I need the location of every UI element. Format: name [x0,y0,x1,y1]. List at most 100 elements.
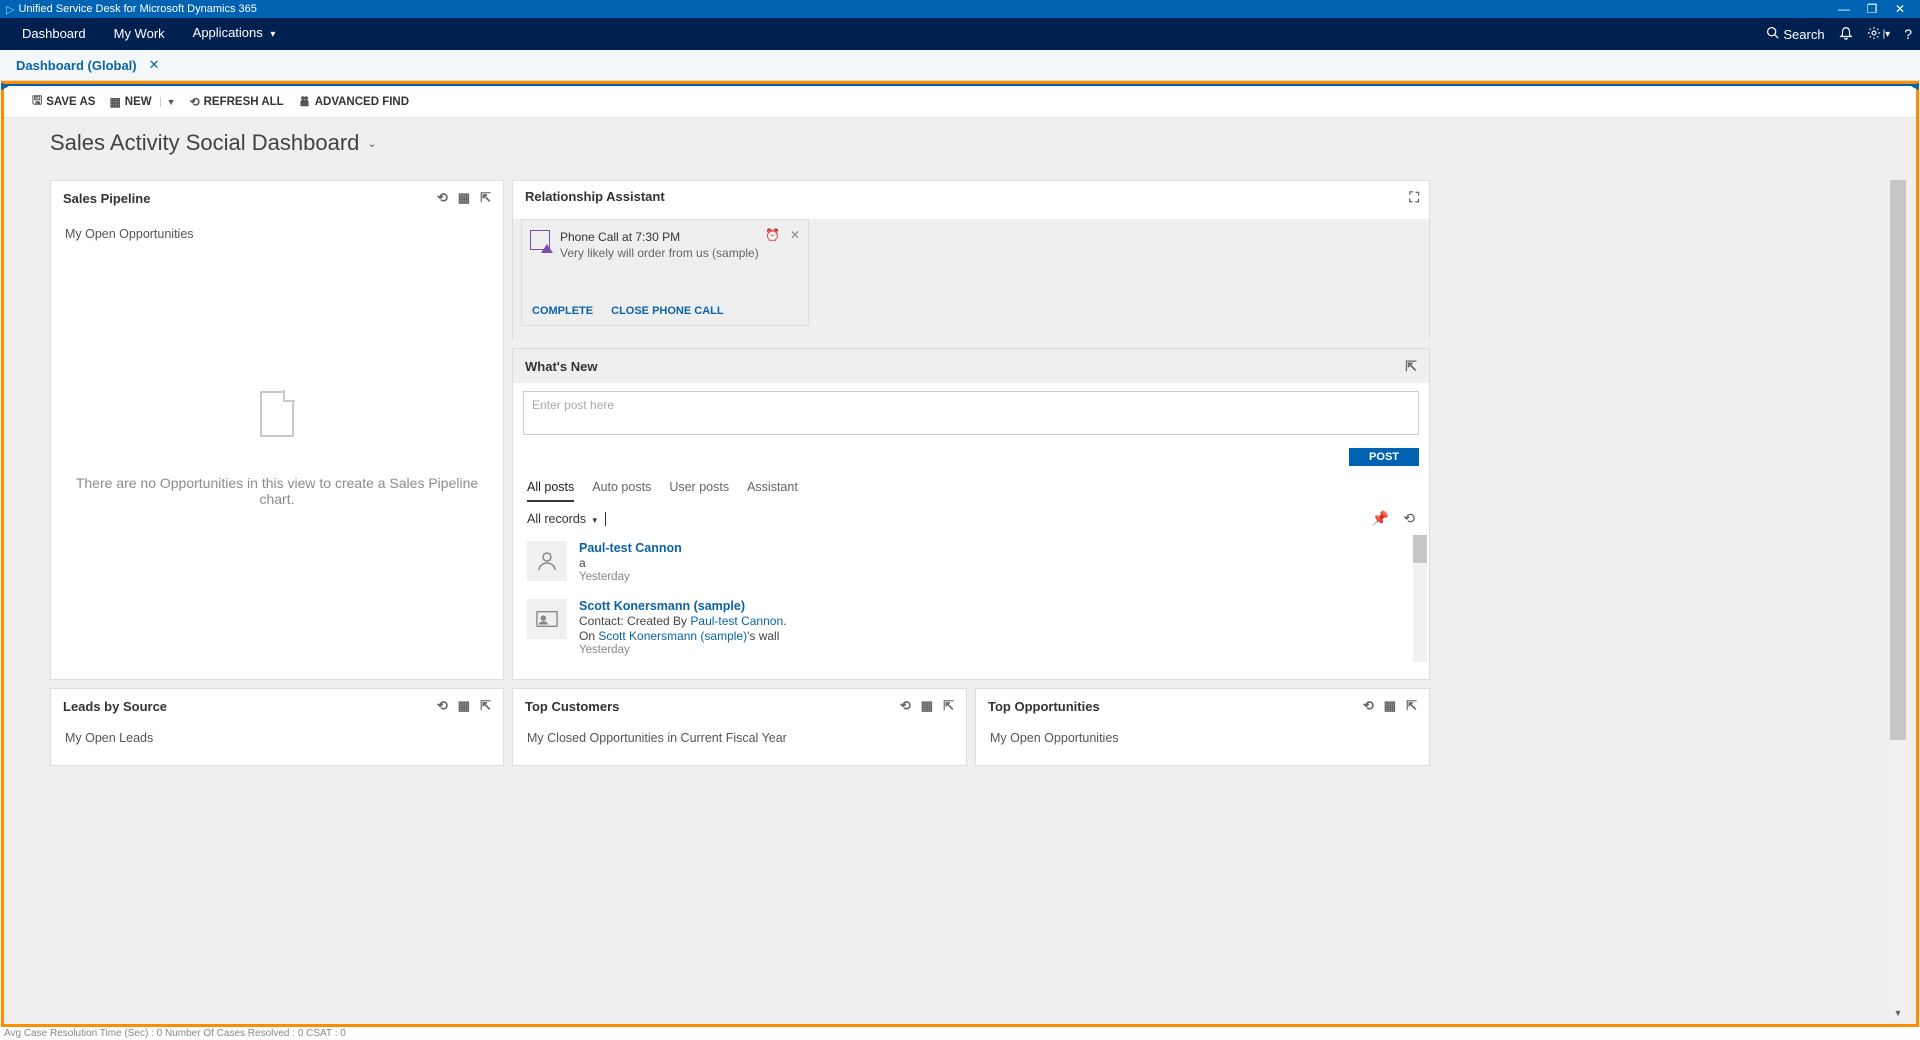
refresh-icon[interactable]: ⟲ [1403,510,1415,527]
tab-user-posts[interactable]: User posts [669,474,729,502]
nav-my-work[interactable]: My Work [100,18,179,50]
dashboard-body: Sales Pipeline ⟲ ▦ ⇱ My Open Opportuniti… [4,180,1916,1024]
top-customers-subtitle: My Closed Opportunities in Current Fisca… [527,731,787,745]
post-time: Yesterday [579,644,786,656]
refresh-icon[interactable]: ⟲ [437,698,448,714]
dashboard-scrollbar-thumb[interactable] [1890,180,1906,740]
save-as-label: SAVE AS [46,96,95,108]
top-opportunities-subtitle: My Open Opportunities [990,731,1119,745]
main-navbar: Dashboard My Work Applications ▾ Search … [0,18,1920,50]
expand-right-panel-icon[interactable]: ◀ [1911,81,1919,92]
advanced-find-button[interactable]: ADVANCED FIND [298,94,409,110]
leads-by-source-card: Leads by Source ⟲ ▦ ⇱ My Open Leads [50,688,504,766]
tab-dashboard-global[interactable]: Dashboard (Global) [10,54,143,77]
records-filter-dropdown[interactable]: All records ▾ [527,512,597,526]
status-bar: Avg Case Resolution Time (Sec) : 0 Numbe… [0,1027,1920,1040]
post-time: Yesterday [579,571,682,583]
refresh-icon[interactable]: ⟲ [900,698,911,714]
refresh-icon[interactable]: ⟲ [1363,698,1374,714]
top-opportunities-title: Top Opportunities [988,699,1100,714]
settings-dropdown-icon[interactable]: |▾ [1883,29,1891,40]
new-post-input[interactable] [523,391,1419,435]
tab-assistant[interactable]: Assistant [747,474,798,502]
nav-search[interactable]: Search [1766,26,1824,42]
expand-icon[interactable]: ⇱ [943,698,954,714]
window-close-button[interactable]: ✕ [1886,2,1914,16]
new-icon: ▦ [109,95,120,109]
assistant-card-title: Phone Call at 7:30 PM [560,230,798,244]
relationship-assistant-title: Relationship Assistant [525,189,665,204]
relationship-assistant-card: Relationship Assistant ⛶ Phone Call at 7… [512,180,1430,340]
window-titlebar: ▷ Unified Service Desk for Microsoft Dyn… [0,0,1920,18]
refresh-icon[interactable]: ⟲ [437,190,448,206]
user-avatar-icon [527,541,567,581]
posts-tabs: All posts Auto posts User posts Assistan… [513,474,1429,502]
dashboard-selector[interactable]: Sales Activity Social Dashboard ⌄ [50,130,377,156]
notifications-icon[interactable] [1839,26,1853,43]
expand-icon[interactable]: ⇱ [1406,698,1417,714]
post-contact-link[interactable]: Paul-test Cannon [690,614,783,628]
leads-card-subtitle: My Open Leads [65,731,153,745]
dashboard-title-label: Sales Activity Social Dashboard [50,130,359,156]
refresh-all-button[interactable]: ⟲ REFRESH ALL [190,95,284,109]
post-text-line2: On Scott Konersmann (sample)'s wall [579,629,786,643]
top-opportunities-card: Top Opportunities ⟲ ▦ ⇱ My Open Opportun… [975,688,1430,766]
help-icon[interactable]: ? [1904,26,1912,42]
complete-button[interactable]: COMPLETE [532,305,593,317]
app-title: Unified Service Desk for Microsoft Dynam… [18,3,256,15]
post-author-link[interactable]: Paul-test Cannon [579,541,682,555]
dashboard-title-area: Sales Activity Social Dashboard ⌄ [4,118,1916,180]
tab-strip: Dashboard (Global) ✕ [0,50,1920,81]
view-records-icon[interactable]: ▦ [921,698,933,714]
post-text: Contact: Created By Paul-test Cannon. [579,614,786,628]
text-cursor [605,512,606,526]
close-phone-call-button[interactable]: CLOSE PHONE CALL [611,305,723,317]
nav-applications[interactable]: Applications ▾ [179,17,290,51]
dashboard-scrollbar-track[interactable]: ▼ [1890,180,1906,1018]
new-button[interactable]: ▦ NEW [109,95,151,109]
post-author-link[interactable]: Scott Konersmann (sample) [579,599,786,613]
post-wall-link[interactable]: Scott Konersmann (sample) [598,629,747,643]
expand-icon[interactable]: ⇱ [480,698,491,714]
whats-new-card: What's New ⇱ POST All posts Auto posts U… [512,348,1430,680]
expand-icon[interactable]: ⛶ [1409,189,1419,206]
view-records-icon[interactable]: ▦ [458,190,470,206]
post-item: Paul-test Cannon a Yesterday [527,533,1415,591]
nav-applications-label: Applications [193,25,263,40]
pin-icon[interactable]: 📌 [1372,510,1389,527]
settings-icon[interactable] [1867,26,1881,43]
expand-icon[interactable]: ⇱ [480,190,491,206]
save-as-button[interactable]: 🖫 SAVE AS [32,91,95,112]
window-minimize-button[interactable]: — [1830,2,1858,16]
view-records-icon[interactable]: ▦ [1384,698,1396,714]
scrollbar-down-arrow[interactable]: ▼ [1890,1008,1906,1018]
status-bar-text: Avg Case Resolution Time (Sec) : 0 Numbe… [4,1028,346,1039]
save-as-icon: 🖫 [32,91,42,112]
posts-list: Paul-test Cannon a Yesterday Scott Koner… [513,533,1429,664]
tab-close-button[interactable]: ✕ [149,57,160,73]
dismiss-icon[interactable]: ✕ [790,228,800,242]
nav-dashboard[interactable]: Dashboard [8,18,100,50]
advanced-find-label: ADVANCED FIND [315,96,409,108]
records-filter-label: All records [527,512,586,526]
top-customers-card: Top Customers ⟲ ▦ ⇱ My Closed Opportunit… [512,688,967,766]
sales-pipeline-subtitle: My Open Opportunities [65,227,489,241]
search-icon [1766,26,1779,42]
assistant-card: Phone Call at 7:30 PM Very likely will o… [521,219,809,326]
chevron-down-icon: ▾ [593,515,598,525]
sales-pipeline-title: Sales Pipeline [63,191,150,206]
posts-scrollbar-thumb[interactable] [1413,535,1427,563]
leads-card-title: Leads by Source [63,699,167,714]
window-maximize-button[interactable]: ❐ [1858,2,1886,16]
tab-all-posts[interactable]: All posts [527,474,574,502]
new-dropdown[interactable]: ▼ [160,97,176,107]
expand-left-panel-icon[interactable]: ▶ [1,81,9,92]
expand-icon[interactable]: ⇱ [1405,358,1417,375]
snooze-icon[interactable]: ⏰ [765,228,780,242]
app-logo-icon: ▷ [6,3,14,16]
refresh-all-label: REFRESH ALL [204,96,284,108]
tab-auto-posts[interactable]: Auto posts [592,474,651,502]
view-records-icon[interactable]: ▦ [458,698,470,714]
sales-pipeline-empty-state: There are no Opportunities in this view … [65,391,489,507]
post-button[interactable]: POST [1349,448,1419,466]
